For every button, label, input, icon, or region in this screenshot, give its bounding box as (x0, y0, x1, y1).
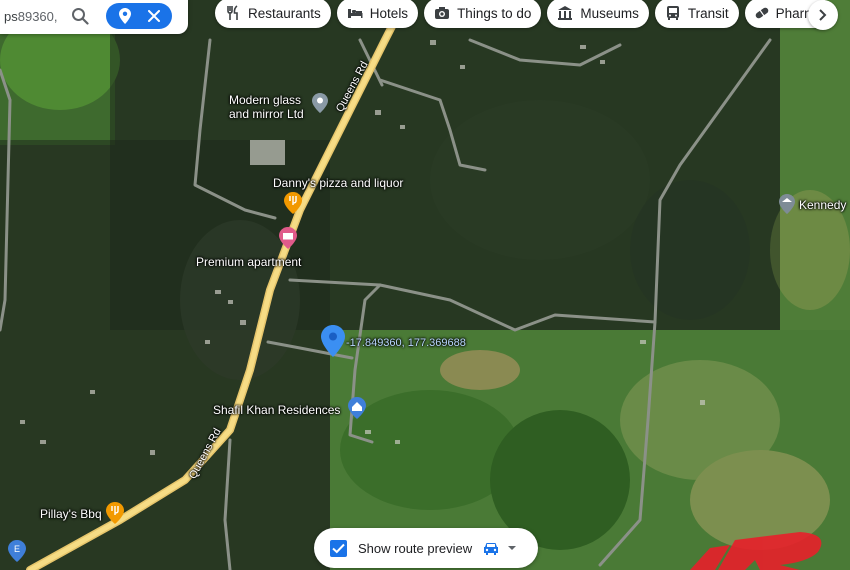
location-pin-button[interactable] (113, 4, 137, 28)
route-preview-checkbox[interactable] (330, 539, 347, 557)
place-label-pillays[interactable]: Pillay's Bbq (40, 507, 102, 521)
place-label-shafil[interactable]: Shafil Khan Residences (213, 403, 340, 417)
place-pin-icon[interactable] (779, 194, 795, 214)
chip-label: Museums (580, 5, 639, 21)
travel-mode-dropdown[interactable] (482, 541, 518, 556)
lodging-pin-icon[interactable] (279, 227, 297, 249)
search-input-value: 89360, (17, 8, 58, 24)
camera-icon (433, 4, 451, 22)
place-name-line: and mirror Ltd (229, 107, 304, 121)
chip-label: Transit (687, 5, 729, 21)
pill-icon (754, 4, 770, 22)
chip-hotels[interactable]: Hotels (336, 0, 419, 28)
satellite-map[interactable] (0, 0, 850, 570)
bus-icon (664, 4, 682, 22)
chip-museums[interactable]: Museums (547, 0, 649, 28)
chip-things-to-do[interactable]: Things to do (424, 0, 542, 28)
place-pin-icon[interactable]: E (8, 540, 26, 562)
chevron-down-icon (508, 546, 517, 550)
route-preview-label: Show route preview (358, 540, 473, 556)
chip-restaurants[interactable]: Restaurants (215, 0, 331, 28)
restaurant-pin-icon[interactable] (284, 192, 302, 214)
location-chip[interactable] (106, 3, 172, 29)
car-icon (484, 542, 499, 555)
chips-next-button[interactable] (808, 0, 838, 30)
svg-text:E: E (14, 544, 20, 554)
place-label-kennedy[interactable]: Kennedy (799, 198, 846, 212)
bed-icon (346, 4, 364, 22)
search-input[interactable]: ps89360, (4, 9, 64, 24)
chip-label: Things to do (457, 5, 532, 21)
museum-icon (556, 4, 574, 22)
dropped-pin-coordinates: -17.849360, 177.369688 (346, 337, 466, 349)
chevron-right-icon (819, 9, 827, 21)
search-button[interactable] (66, 2, 94, 30)
search-input-prefix: ps (4, 8, 18, 24)
place-name-line: Modern glass (229, 93, 302, 107)
close-button[interactable] (142, 4, 166, 28)
place-label-premium[interactable]: Premium apartment (196, 255, 301, 269)
category-chips: Restaurants Hotels Things to do Museums … (215, 0, 825, 32)
route-preview-toggle[interactable]: Show route preview (314, 528, 538, 568)
fork-knife-icon (224, 4, 242, 22)
chip-transit[interactable]: Transit (654, 0, 739, 28)
search-icon (72, 8, 89, 25)
location-pin-icon (118, 8, 131, 24)
lodging-pin-icon[interactable] (348, 397, 366, 419)
restaurant-pin-icon[interactable] (106, 502, 124, 524)
dropped-pin-icon[interactable] (321, 325, 345, 357)
place-label-modern-glass[interactable]: Modern glass and mirror Ltd (229, 93, 304, 121)
chip-label: Hotels (369, 5, 409, 21)
place-label-dannys[interactable]: Danny's pizza and liquor (273, 176, 403, 190)
close-icon (147, 10, 160, 22)
chip-label: Restaurants (248, 5, 321, 21)
place-pin-icon[interactable] (312, 93, 328, 113)
checkmark-icon (332, 543, 345, 553)
search-box[interactable]: ps89360, (0, 0, 188, 34)
